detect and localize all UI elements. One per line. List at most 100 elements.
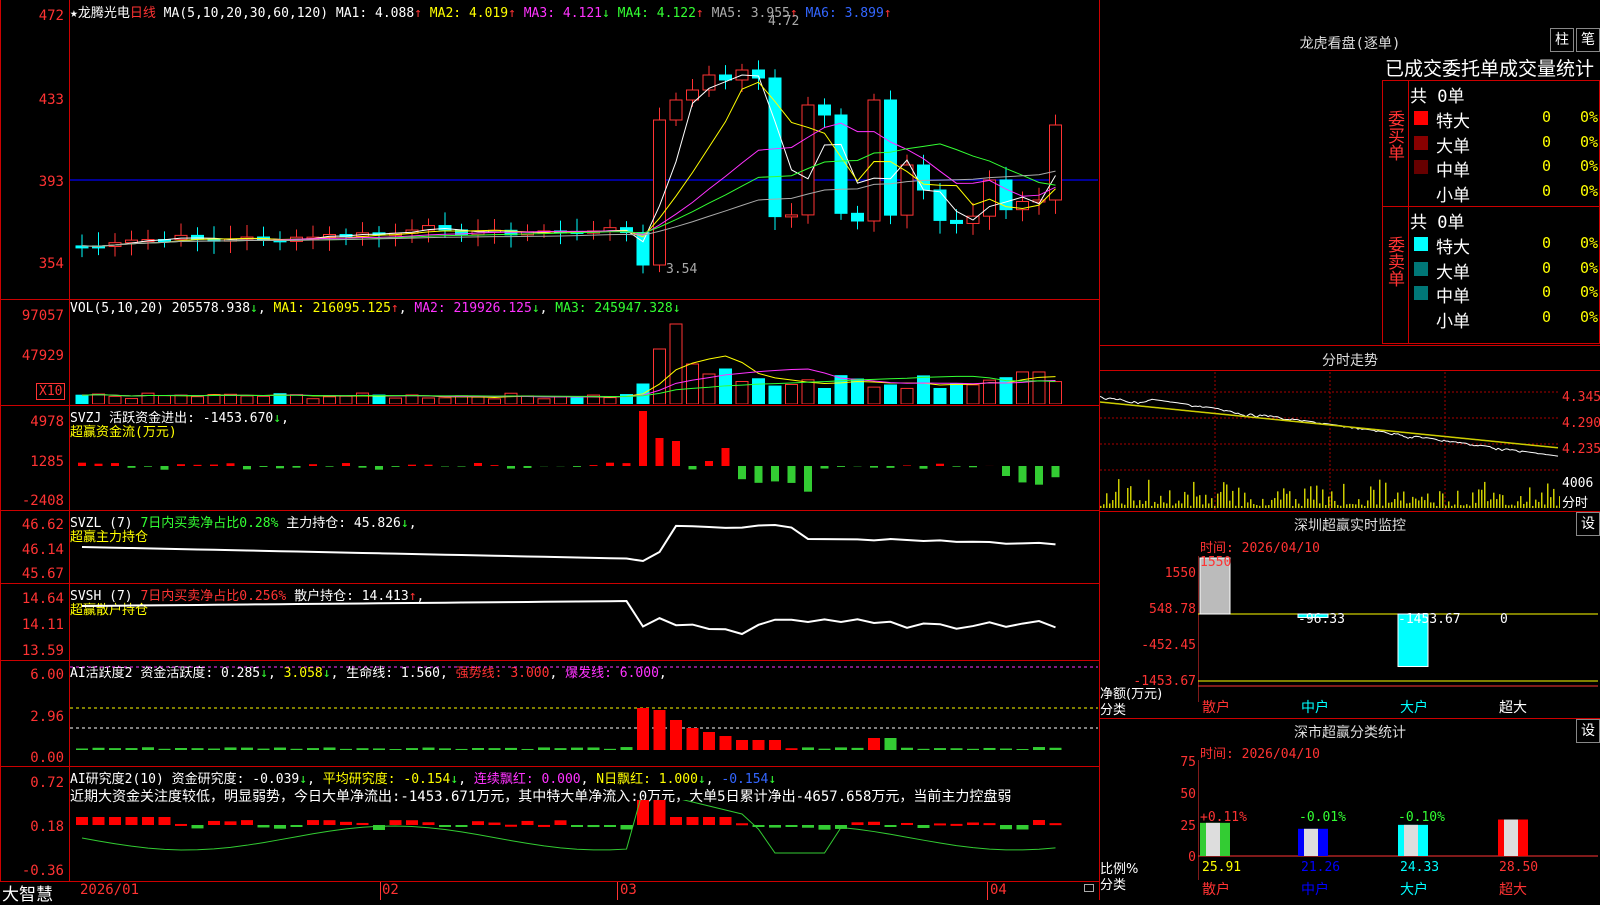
fenshi-volume-bar bbox=[1352, 504, 1354, 508]
research-bar bbox=[390, 820, 402, 825]
fenshi-volume-bar bbox=[1433, 503, 1435, 508]
fenshi-volume-bar bbox=[1331, 491, 1333, 508]
research-bar bbox=[802, 825, 814, 828]
fund-flow-bar bbox=[458, 466, 466, 467]
activity-bar bbox=[357, 748, 369, 750]
fenshi-volume-bar bbox=[1514, 506, 1516, 508]
activity-bar bbox=[885, 738, 897, 750]
ma-value-1: MA1: 4.088 bbox=[336, 6, 414, 21]
candlestick-chart[interactable] bbox=[70, 20, 1098, 298]
volume-bar bbox=[175, 395, 187, 404]
class-axis-4: 0 bbox=[1150, 850, 1196, 865]
fund-flow-bar bbox=[243, 466, 251, 469]
fenshi-volume-bar bbox=[1427, 494, 1429, 508]
activity-bar bbox=[439, 748, 451, 750]
ai2-chart[interactable] bbox=[70, 665, 1098, 765]
research-bar bbox=[241, 820, 253, 825]
fenshi-volume-bar bbox=[1106, 493, 1108, 508]
activity-bar bbox=[472, 748, 484, 750]
research-bar bbox=[571, 825, 583, 827]
fenshi-volume-bar bbox=[1481, 490, 1483, 508]
research-bar bbox=[555, 820, 567, 825]
activity-bar bbox=[654, 710, 666, 750]
monitor-bars[interactable] bbox=[1198, 556, 1598, 702]
fund-flow-bar bbox=[705, 461, 713, 466]
main-axis-3: 393 bbox=[0, 174, 68, 190]
activity-bar bbox=[406, 748, 418, 750]
svsh-line[interactable] bbox=[70, 588, 1098, 660]
buy-side-label: 委买单 bbox=[1384, 110, 1404, 161]
research-bar bbox=[720, 817, 732, 825]
volume-bar bbox=[489, 399, 501, 404]
class-settings-button[interactable]: 设 bbox=[1576, 719, 1600, 743]
fund-flow-bar bbox=[755, 466, 763, 483]
fenshi-volume-bar bbox=[1538, 502, 1540, 508]
fenshi-volume-bar bbox=[1142, 504, 1144, 508]
class-bar-highlight bbox=[1404, 825, 1418, 856]
fund-flow-bar bbox=[227, 463, 235, 466]
sell-row-1: 特大00% bbox=[1410, 232, 1600, 256]
fenshi-volume-bar bbox=[1214, 506, 1216, 508]
fund-flow-bar bbox=[507, 466, 515, 469]
volume-bar bbox=[439, 398, 451, 404]
monitor-cat-2: 中户 bbox=[1301, 697, 1329, 717]
research-bar bbox=[208, 821, 220, 825]
monitor-value-1: 1550 bbox=[1200, 555, 1231, 570]
activity-bar bbox=[868, 738, 880, 750]
volume-bars[interactable] bbox=[70, 316, 1098, 404]
fenshi-volume-bar bbox=[1316, 486, 1318, 508]
fenshi-volume-bar bbox=[1238, 488, 1240, 508]
monitor-axis-1: 1550 bbox=[1120, 566, 1196, 581]
fund-flow-bar bbox=[804, 466, 812, 492]
activity-bar bbox=[588, 747, 600, 750]
fenshi-volume-bar bbox=[1196, 497, 1198, 508]
fenshi-volume-bar bbox=[1394, 499, 1396, 508]
activity-bar bbox=[835, 747, 847, 750]
activity-bar bbox=[703, 732, 715, 750]
class-bar-highlight bbox=[1304, 829, 1318, 856]
volume-bar bbox=[967, 385, 979, 404]
fenshi-volume-bar bbox=[1364, 506, 1366, 508]
period-label[interactable]: 日线 bbox=[130, 6, 156, 21]
fenshi-volume-bar bbox=[1409, 503, 1411, 508]
fenshi-volume-bar bbox=[1403, 492, 1405, 508]
bar-view-button[interactable]: 柱 bbox=[1550, 28, 1574, 52]
fund-flow-bar bbox=[111, 463, 119, 466]
fenshi-title-line bbox=[1100, 370, 1600, 371]
lock-icon[interactable] bbox=[1084, 884, 1094, 892]
research-bar bbox=[621, 825, 633, 829]
fenshi-volume-bar bbox=[1391, 502, 1393, 508]
ma-params: MA(5,10,20,30,60,120) bbox=[164, 6, 328, 21]
fenshi-volume-bar bbox=[1205, 495, 1207, 508]
class-axis-3: 25 bbox=[1150, 819, 1196, 834]
monitor-time: 时间: 2026/04/10 bbox=[1200, 537, 1320, 556]
intraday-chart[interactable] bbox=[1100, 372, 1560, 510]
svzl-line[interactable] bbox=[70, 515, 1098, 583]
fund-flow-bar bbox=[1052, 466, 1060, 477]
vol-axis-2: 47929 bbox=[0, 348, 68, 364]
ai10-chart[interactable] bbox=[70, 800, 1098, 880]
fenshi-volume-bar bbox=[1244, 493, 1246, 508]
monitor-divider bbox=[1100, 511, 1600, 512]
ma-value-6: MA6: 3.899 bbox=[798, 6, 884, 21]
monitor-settings-button[interactable]: 设 bbox=[1576, 512, 1600, 536]
ai10-axis-3: -0.36 bbox=[0, 863, 68, 879]
fenshi-label: 分时 bbox=[1562, 492, 1588, 511]
fenshi-volume-bar bbox=[1454, 505, 1456, 508]
fenshi-title: 分时走势 bbox=[1100, 350, 1600, 370]
class-pct-1: +0.11% bbox=[1200, 810, 1247, 825]
stock-name[interactable]: ★龙腾光电 bbox=[70, 6, 130, 21]
fenshi-volume-bar bbox=[1274, 498, 1276, 508]
fenshi-volume-bar bbox=[1400, 501, 1402, 508]
volume-bar bbox=[835, 376, 847, 404]
volume-bar bbox=[505, 393, 517, 404]
ma-value-4: MA4: 4.122 bbox=[610, 6, 696, 21]
fenshi-volume-bar bbox=[1382, 506, 1384, 508]
svzj-bars[interactable] bbox=[70, 410, 1098, 510]
research-bar bbox=[406, 820, 418, 825]
tick-view-button[interactable]: 笔 bbox=[1576, 28, 1600, 52]
fenshi-volume-bar bbox=[1298, 504, 1300, 508]
fenshi-volume-bar bbox=[1355, 504, 1357, 508]
fenshi-volume-bar bbox=[1130, 486, 1132, 508]
fenshi-volume-bar bbox=[1292, 506, 1294, 508]
